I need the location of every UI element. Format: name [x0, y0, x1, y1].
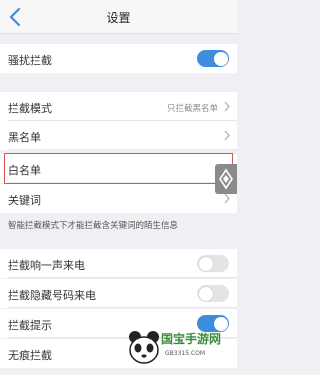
top-nav-bar: 设置 [0, 0, 237, 34]
whitelist-highlight-box [4, 153, 233, 184]
row-divider [8, 307, 237, 308]
row-divider [8, 149, 237, 150]
silent-block-label: 无痕拦截 [8, 349, 52, 362]
chevron-right-icon [224, 193, 230, 204]
harass-block-toggle[interactable] [197, 50, 229, 67]
block-mode-label: 拦截模式 [8, 102, 52, 115]
toggle-knob [198, 286, 213, 301]
toggle-knob [198, 256, 213, 271]
block-mode-value: 只拦截黑名单 [166, 104, 218, 114]
blacklist-row[interactable]: 黑名单 [0, 121, 237, 150]
hidden-number-label: 拦截隐藏号码来电 [8, 289, 96, 302]
row-divider [8, 277, 237, 278]
one-ring-toggle[interactable] [197, 255, 229, 272]
keywords-label: 关键词 [8, 194, 41, 207]
block-mode-row[interactable]: 拦截模式 只拦截黑名单 [0, 92, 237, 121]
block-notice-label: 拦截提示 [8, 319, 52, 332]
chevron-right-icon [224, 101, 230, 112]
page-title: 设置 [106, 11, 131, 25]
watermark: 国宝手游网 GB3315.COM [127, 328, 235, 372]
chevron-right-icon [224, 130, 230, 141]
blacklist-label: 黑名单 [8, 131, 41, 144]
panda-logo-icon [129, 331, 159, 364]
hidden-number-toggle[interactable] [197, 285, 229, 302]
one-ring-label: 拦截响一声来电 [8, 259, 85, 272]
watermark-url: GB3315.COM [165, 350, 206, 357]
keyword-info-text: 智能拦截模式下才能拦截含关键词的陌生信息 [8, 221, 179, 231]
one-ring-row[interactable]: 拦截响一声来电 [0, 249, 237, 278]
hidden-number-row[interactable]: 拦截隐藏号码来电 [0, 279, 237, 308]
keywords-row[interactable]: 关键词 [0, 184, 237, 213]
harass-block-row[interactable]: 骚扰拦截 [0, 44, 237, 73]
toggle-knob [213, 51, 228, 66]
floating-scroll-handle[interactable] [215, 164, 237, 194]
watermark-brand: 国宝手游网 [161, 332, 222, 346]
diamond-icon [219, 168, 233, 190]
harass-block-label: 骚扰拦截 [8, 54, 52, 67]
